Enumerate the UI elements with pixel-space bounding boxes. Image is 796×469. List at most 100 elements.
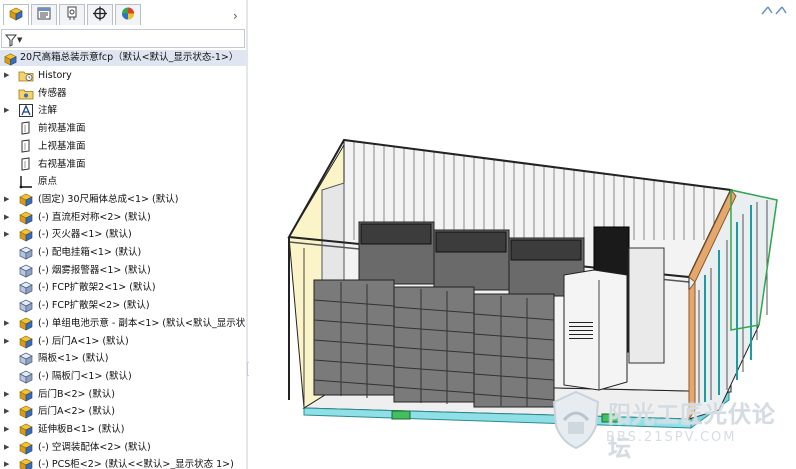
funnel-icon[interactable] xyxy=(4,32,18,51)
tree-item[interactable]: 原点 xyxy=(0,173,247,190)
manager-tab-bar: › xyxy=(0,3,247,27)
tree-item-label: (-) 配电挂箱<1> (默认) xyxy=(38,247,142,258)
plane-icon xyxy=(18,121,34,136)
expand-arrow-icon[interactable]: ▶ xyxy=(4,456,12,469)
tree-item-label: (-) FCP扩散架<2> (默认) xyxy=(38,300,150,312)
tree-item-label: (-) 空调装配体<2> (默认) xyxy=(38,441,151,453)
history-folder-icon xyxy=(18,68,34,83)
tree-item-label: (-) 单组电池示意 - 副本<1> (默认<默认_显示状 xyxy=(38,317,246,329)
filter-dropdown-caret-icon[interactable]: ▼ xyxy=(17,36,22,44)
forum-watermark: 阳光工匠光伏论坛 BBS.21SPV.COM xyxy=(546,386,796,469)
more-tabs-chevron-icon[interactable]: › xyxy=(233,9,238,23)
panel-splitter[interactable] xyxy=(246,0,248,469)
expand-arrow-icon[interactable]: ▶ xyxy=(4,67,12,84)
expand-arrow-icon[interactable] xyxy=(4,279,12,296)
tree-item[interactable]: ▶ History xyxy=(0,67,247,84)
tree-item[interactable]: ▶ (-) 单组电池示意 - 副本<1> (默认<默认_显示状 xyxy=(0,315,247,332)
expand-arrow-icon[interactable] xyxy=(4,297,12,314)
plane-icon xyxy=(18,139,34,154)
expand-arrow-icon[interactable] xyxy=(4,85,12,102)
tree-item-label: 右视基准面 xyxy=(38,158,86,170)
shield-logo xyxy=(550,390,602,454)
expand-arrow-icon[interactable]: ▶ xyxy=(4,226,12,243)
expand-arrow-icon[interactable]: ▶ xyxy=(4,191,12,208)
expand-arrow-icon[interactable]: ▶ xyxy=(4,403,12,420)
dimxpert-manager-tab[interactable] xyxy=(87,4,113,25)
subassembly-icon xyxy=(18,227,34,242)
expand-arrow-icon[interactable] xyxy=(4,156,12,173)
tree-item-label: (固定) 30尺厢体总成<1> (默认) xyxy=(38,193,179,205)
battery-rack-front-1 xyxy=(313,279,395,396)
display-manager-tab[interactable] xyxy=(115,4,141,25)
tree-item[interactable]: ▶ 后门A<2> (默认) xyxy=(0,403,247,420)
expand-arrow-icon[interactable]: ▶ xyxy=(4,386,12,403)
tree-item-label: 后门A<2> (默认) xyxy=(38,406,115,418)
part-icon xyxy=(18,369,34,384)
tree-item[interactable]: ▶ 注解 xyxy=(0,102,247,119)
tree-item-label: 传感器 xyxy=(38,87,67,99)
tree-root-assembly[interactable]: 20尺高箱总装示意fcp（默认<默认_显示状态-1>） xyxy=(0,50,247,66)
expand-arrow-icon[interactable]: ▶ xyxy=(4,333,12,350)
subassembly-icon xyxy=(18,387,34,402)
tree-item[interactable]: 隔板<1> (默认) xyxy=(0,350,247,367)
feature-manager-tab[interactable] xyxy=(3,4,29,25)
subassembly-icon xyxy=(18,422,34,437)
tree-item[interactable]: (-) 配电挂箱<1> (默认) xyxy=(0,244,247,261)
battery-rack-front-2 xyxy=(393,286,475,403)
reference-triad-icon[interactable] xyxy=(758,0,788,15)
dimxpert-manager-tab-icon xyxy=(92,6,108,25)
property-manager-tab-icon xyxy=(36,6,52,25)
part-icon xyxy=(18,351,34,366)
tree-item[interactable]: 上视基准面 xyxy=(0,138,247,155)
tree-item[interactable]: (-) FCP扩散架2<1> (默认) xyxy=(0,279,247,296)
subassembly-icon xyxy=(18,192,34,207)
tree-item[interactable]: (-) 隔板门<1> (默认) xyxy=(0,368,247,385)
tree-item[interactable]: ▶ (-) 直流柜对称<2> (默认) xyxy=(0,209,247,226)
subassembly-icon xyxy=(18,334,34,349)
battery-rack-front-row xyxy=(313,279,555,408)
sensors-icon xyxy=(18,86,34,101)
feature-manager-tab-icon xyxy=(8,6,24,25)
tree-item-label: (-) 后门A<1> (默认) xyxy=(38,335,129,347)
tree-item[interactable]: ▶ (固定) 30尺厢体总成<1> (默认) xyxy=(0,191,247,208)
expand-arrow-icon[interactable]: ▶ xyxy=(4,315,12,332)
expand-arrow-icon[interactable]: ▶ xyxy=(4,439,12,456)
expand-arrow-icon[interactable]: ▶ xyxy=(4,209,12,226)
tree-item[interactable]: ▶ (-) PCS柜<2> (默认<<默认>_显示状态 1>) xyxy=(0,456,247,469)
expand-arrow-icon[interactable] xyxy=(4,138,12,155)
expand-arrow-icon[interactable] xyxy=(4,120,12,137)
tree-item[interactable]: ▶ (-) 后门A<1> (默认) xyxy=(0,333,247,350)
tree-item-label: 上视基准面 xyxy=(38,140,86,152)
tree-item[interactable]: (-) 烟雾报警器<1> (默认) xyxy=(0,262,247,279)
tree-item-label: (-) 隔板门<1> (默认) xyxy=(38,370,132,382)
tree-item[interactable]: ▶ 后门B<2> (默认) xyxy=(0,386,247,403)
expand-arrow-icon[interactable] xyxy=(4,262,12,279)
tree-item-label: 原点 xyxy=(38,176,58,188)
expand-arrow-icon[interactable]: ▶ xyxy=(4,421,12,438)
expand-arrow-icon[interactable] xyxy=(4,173,12,190)
tree-item[interactable]: ▶ (-) 灭火器<1> (默认) xyxy=(0,226,247,243)
tree-item[interactable]: 前视基准面 xyxy=(0,120,247,137)
tree-item[interactable]: 传感器 xyxy=(0,85,247,102)
plane-icon xyxy=(18,156,34,172)
tree-item[interactable]: ▶ (-) 空调装配体<2> (默认) xyxy=(0,439,247,456)
tree-item-label: (-) 烟雾报警器<1> (默认) xyxy=(38,264,151,276)
watermark-url: BBS.21SPV.COM xyxy=(606,430,737,445)
tree-item[interactable]: 右视基准面 xyxy=(0,156,247,173)
origin-icon xyxy=(18,174,34,189)
annotations-icon xyxy=(18,103,34,118)
tree-item[interactable]: (-) FCP扩散架<2> (默认) xyxy=(0,297,247,314)
display-manager-tab-icon xyxy=(120,6,136,25)
configuration-manager-tab[interactable] xyxy=(59,4,85,25)
configuration-manager-tab-icon xyxy=(64,6,80,25)
tree-item[interactable]: ▶ 延伸板B<1> (默认) xyxy=(0,421,247,438)
feature-filter-bar[interactable]: ▼ xyxy=(1,29,245,48)
property-manager-tab[interactable] xyxy=(31,4,57,25)
subassembly-icon xyxy=(18,316,34,331)
tree-item-label: 后门B<2> (默认) xyxy=(38,388,115,400)
subassembly-icon xyxy=(18,457,34,469)
expand-arrow-icon[interactable] xyxy=(4,244,12,261)
expand-arrow-icon[interactable] xyxy=(4,350,12,367)
expand-arrow-icon[interactable] xyxy=(4,368,12,385)
expand-arrow-icon[interactable]: ▶ xyxy=(4,102,12,119)
